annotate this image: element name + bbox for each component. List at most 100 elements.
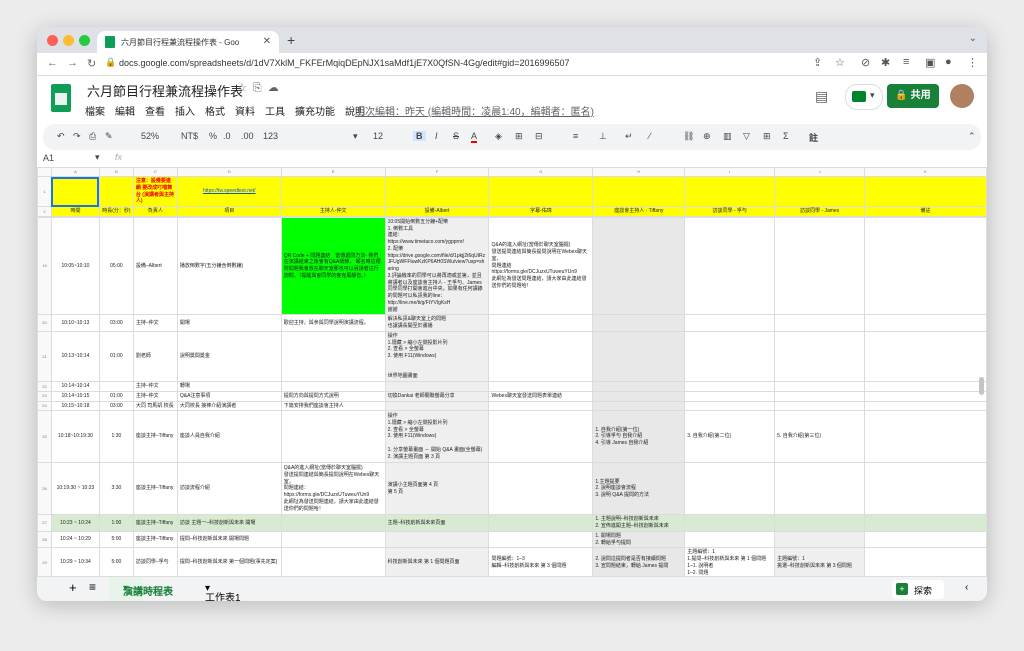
format-percent-button[interactable]: % (209, 131, 217, 141)
cell-note[interactable] (864, 462, 987, 516)
cell-note[interactable] (864, 314, 987, 332)
sheet-tab-active[interactable]: 演講時程表 ▾ (109, 577, 173, 601)
vertical-scrollbar[interactable] (979, 377, 984, 395)
header-cell[interactable]: 時間 (50, 206, 100, 217)
cell-james[interactable] (774, 462, 866, 516)
name-box-chevron-icon[interactable]: ▾ (95, 152, 100, 163)
cell-fuyun[interactable] (684, 390, 776, 402)
cell[interactable] (864, 176, 987, 207)
cell[interactable] (98, 176, 134, 207)
cell-item[interactable]: 訪談 主題一–科技創新與未來 開場 (176, 514, 282, 532)
cell-tiffany[interactable] (592, 400, 686, 412)
text-color-button[interactable]: A (471, 131, 478, 143)
header-cell[interactable]: 字幕-佑瑋 (488, 206, 594, 217)
col-header[interactable]: I (684, 167, 776, 177)
row-header[interactable]: 19 (37, 216, 52, 316)
tab-list-chevron-icon[interactable]: ⌄ (969, 33, 977, 44)
cell-time[interactable]: 10:23 ~ 10:24 (50, 514, 100, 532)
row-header[interactable]: 25 (37, 410, 52, 464)
cell-device[interactable] (384, 400, 490, 412)
back-icon[interactable]: ← (47, 57, 58, 69)
cell-host[interactable]: 提問方向與提問方式說明 (280, 390, 386, 402)
col-header[interactable]: G (488, 167, 594, 177)
move-folder-icon[interactable]: ⎘ (253, 82, 268, 94)
row-header[interactable]: 22 (37, 381, 52, 392)
col-header[interactable]: A (50, 167, 100, 177)
sheet-tab[interactable]: 工作表1 ▾ (205, 583, 241, 601)
cell-owner[interactable]: 設備–Albert (132, 216, 178, 316)
menu-view[interactable]: 查看 (145, 103, 165, 118)
cell-fuyun[interactable]: 3. 自我介紹(第二位) (684, 410, 776, 464)
close-tab-icon[interactable]: ✕ (263, 36, 271, 47)
header-cell[interactable]: 項目 (176, 206, 282, 217)
cell-dur[interactable]: 03:00 (98, 314, 134, 332)
cell-tiffany[interactable]: 1.主題提要 2. 說明座談會流程 3. 說明 Q&A 提問的方法 (592, 462, 686, 516)
cell-tiffany[interactable] (592, 381, 686, 392)
menu-extensions[interactable]: 擴充功能 (295, 103, 335, 118)
cell-item[interactable]: Q&A注意事項 (176, 390, 282, 402)
cell-caption[interactable] (488, 514, 594, 532)
zoom-select[interactable]: 52% (141, 131, 159, 141)
cell-host[interactable] (280, 381, 386, 392)
menu-file[interactable]: 檔案 (85, 103, 105, 118)
cell-fuyun[interactable] (684, 314, 776, 332)
cell-james[interactable] (774, 216, 866, 316)
header-cell[interactable]: 負責人 (132, 206, 178, 217)
menu-edit[interactable]: 編輯 (115, 103, 135, 118)
cloud-status-icon[interactable]: ☁ (268, 82, 285, 94)
forward-icon[interactable]: → (67, 57, 78, 69)
row-header[interactable]: 1 (37, 176, 52, 207)
sheets-logo-icon[interactable] (51, 84, 71, 112)
cell[interactable] (592, 176, 686, 207)
cell-tiffany[interactable]: 1. 自我介紹(第一位) 2. 引導孚勻 自我介紹 4. 引導 James 自我… (592, 410, 686, 464)
cell-dur[interactable]: 5:00 (98, 530, 134, 549)
cell-owner[interactable]: 劉老師 (132, 330, 178, 383)
last-edit-link[interactable]: 上次編輯：昨天 (編輯時間：凌晨1:40，編輯者：匿名) (355, 103, 594, 118)
menu-format[interactable]: 格式 (205, 103, 225, 118)
cell[interactable] (280, 176, 386, 207)
align-left-icon[interactable]: ≡ (573, 131, 578, 141)
cell-tiffany[interactable] (592, 390, 686, 402)
cell-device[interactable]: 演講小主題頁面第 4 頁 第 5 頁 (384, 462, 490, 516)
cell-james[interactable] (774, 390, 866, 402)
cell-host[interactable] (280, 547, 386, 576)
cell-time[interactable]: 10:29 ~ 10:34 (50, 547, 100, 576)
cell-dur[interactable]: 03:00 (98, 400, 134, 412)
cell-owner[interactable]: 主持–仲文 (132, 314, 178, 332)
cell-owner[interactable]: 主持–仲文 (132, 390, 178, 402)
cell-tiffany[interactable]: 1. 開場問題 2. 轉給孚勻提問 (592, 530, 686, 549)
cell-note[interactable] (864, 400, 987, 412)
row-header[interactable]: 27 (37, 514, 52, 532)
cell-dur[interactable]: 5:00 (98, 547, 134, 576)
format-currency-button[interactable]: NT$ (181, 131, 198, 141)
cell-host[interactable]: QR Code + 問題連結 當傳遞問方法- 我們在演講結束之後會有Q&A環節，… (280, 216, 386, 316)
borders-icon[interactable]: ⊞ (515, 131, 523, 142)
col-header[interactable]: F (384, 167, 490, 177)
cell-note[interactable] (864, 410, 987, 464)
cell-dur[interactable]: 01:00 (98, 330, 134, 383)
col-header[interactable]: H (592, 167, 686, 177)
cell-note[interactable] (864, 547, 987, 576)
all-sheets-button[interactable]: ≡ (89, 580, 96, 594)
cell-caption[interactable] (488, 410, 594, 464)
close-window-button[interactable] (47, 35, 58, 46)
cell-host[interactable] (280, 410, 386, 464)
notice-cell[interactable]: 注意：設備要連網 要改成叮噹舞台 (演講者與主持人) (132, 176, 178, 207)
cell-time[interactable]: 10:05~10:10 (50, 216, 100, 316)
wrap-icon[interactable]: ↵ (625, 131, 633, 142)
cell-james[interactable] (774, 314, 866, 332)
cell-note[interactable] (864, 514, 987, 532)
col-header[interactable]: J (774, 167, 866, 177)
cell-host[interactable] (280, 530, 386, 549)
filter-icon[interactable]: ▽ (743, 131, 750, 142)
cell-fuyun[interactable] (684, 462, 776, 516)
cell-note[interactable] (864, 530, 987, 549)
meet-button[interactable] (845, 84, 883, 110)
paint-format-icon[interactable]: ✎ (105, 131, 113, 142)
cell-james[interactable]: 主題編號：1 挑選–科技創新與未來 第 3 個問題 (774, 547, 866, 576)
spreadsheet-grid[interactable]: A B C D E F G H I J K 1 注意：設備要連網 要改成叮噹舞台… (37, 167, 987, 576)
cell[interactable] (488, 176, 594, 207)
cell-device[interactable]: 操作 1.隱藏 > 縮小左側投影片列 2. 查看 > 全螢幕 3. 使用 F11… (384, 330, 490, 383)
header-cell[interactable]: 設備-Albert (384, 206, 490, 217)
cell-dur[interactable]: 3:30 (98, 462, 134, 516)
